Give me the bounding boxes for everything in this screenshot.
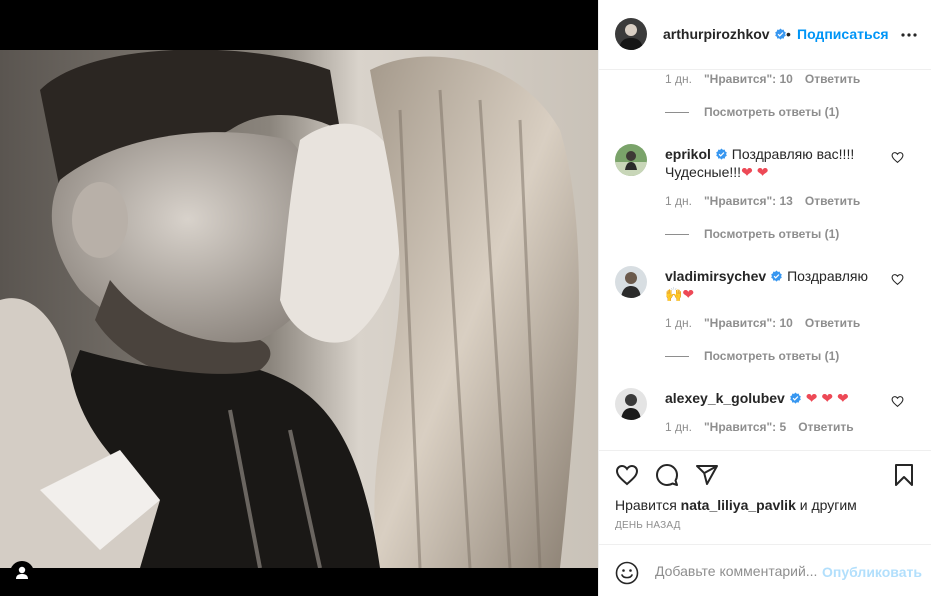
commenter-avatar[interactable] — [615, 388, 647, 420]
comment-likes[interactable]: "Нравится": 10 — [704, 316, 793, 330]
bookmark-icon[interactable] — [892, 463, 916, 487]
commenter-username[interactable]: vladimirsychev — [665, 268, 766, 284]
likes-summary: Нравится nata_liliya_pavlik и другим — [615, 497, 857, 513]
reply-button[interactable]: Ответить — [805, 194, 860, 208]
reply-button[interactable]: Ответить — [805, 316, 860, 330]
header-separator: • — [786, 26, 791, 42]
comment-age: 1 дн. — [665, 72, 692, 86]
comment-age: 1 дн. — [665, 316, 692, 330]
verified-icon — [771, 270, 782, 282]
reply-button[interactable]: Ответить — [805, 72, 860, 86]
author-username-text[interactable]: arthurpirozhkov — [663, 26, 770, 42]
post-actions-bar — [599, 450, 931, 500]
likes-prefix: Нравится — [615, 497, 677, 513]
view-replies-button[interactable]: Посмотреть ответы (1) — [665, 105, 839, 119]
author-username[interactable]: arthurpirozhkov — [663, 26, 787, 42]
post-photo[interactable] — [0, 50, 598, 568]
commenter-avatar[interactable] — [615, 144, 647, 176]
commenter-avatar[interactable] — [615, 266, 647, 298]
comment-likes[interactable]: "Нравится": 13 — [704, 194, 793, 208]
comment-icon[interactable] — [655, 463, 679, 487]
post-side-panel: arthurpirozhkov • Подписаться 1 дн. "Нрав… — [598, 0, 931, 596]
comment-text: alexey_k_golubev ❤ ❤ ❤ — [665, 389, 880, 407]
comments-list[interactable]: 1 дн. "Нравится": 10 Ответить Посмотреть о… — [599, 70, 931, 450]
comment-body: Поздравляю — [787, 268, 868, 284]
comment-text: eprikol Поздравляю вас!!!! Чудесные!!!❤ … — [665, 145, 880, 181]
like-comment-heart-icon[interactable] — [891, 273, 904, 286]
post-date: ДЕНЬ НАЗАД — [615, 520, 681, 531]
post-header: arthurpirozhkov • Подписаться — [599, 0, 931, 70]
likes-suffix: и другим — [799, 497, 857, 513]
comment-age: 1 дн. — [665, 420, 692, 434]
commenter-username[interactable]: alexey_k_golubev — [665, 390, 785, 406]
comment-age: 1 дн. — [665, 194, 692, 208]
view-replies-button[interactable]: Посмотреть ответы (1) — [665, 227, 839, 241]
view-replies-button[interactable]: Посмотреть ответы (1) — [665, 349, 839, 363]
like-comment-heart-icon[interactable] — [891, 395, 904, 408]
emoji-icon[interactable] — [615, 561, 639, 585]
verified-icon — [774, 28, 786, 40]
comment-likes[interactable]: "Нравится": 10 — [704, 72, 793, 86]
comment-likes[interactable]: "Нравится": 5 — [704, 420, 786, 434]
comment-emoji: ❤ ❤ ❤ — [805, 390, 849, 406]
heart-icon[interactable] — [615, 463, 639, 487]
commenter-username[interactable]: eprikol — [665, 146, 711, 162]
comment-meta: 1 дн. "Нравится": 10 Ответить — [665, 72, 872, 86]
reply-button[interactable]: Ответить — [798, 420, 853, 434]
liker-username[interactable]: nata_liliya_pavlik — [681, 497, 796, 513]
comment-input[interactable] — [655, 561, 823, 581]
post-media[interactable] — [0, 0, 598, 596]
author-avatar[interactable] — [615, 18, 647, 50]
comment-meta: 1 дн. "Нравится": 5 Ответить — [665, 420, 866, 434]
more-options-icon[interactable] — [900, 26, 918, 44]
comment-emoji: ❤ ❤ — [741, 164, 769, 180]
verified-icon — [716, 148, 727, 160]
verified-icon — [790, 392, 801, 404]
add-comment-bar: Опубликовать — [599, 544, 931, 596]
comment-emoji: 🙌❤ — [665, 286, 695, 302]
follow-button[interactable]: Подписаться — [797, 26, 889, 42]
share-icon[interactable] — [695, 463, 719, 487]
tag-user-icon[interactable] — [10, 561, 34, 585]
like-comment-heart-icon[interactable] — [891, 151, 904, 164]
comment-meta: 1 дн. "Нравится": 10 Ответить — [665, 316, 872, 330]
publish-button[interactable]: Опубликовать — [822, 564, 922, 580]
comment-meta: 1 дн. "Нравится": 13 Ответить — [665, 194, 872, 208]
comment-text: vladimirsychev Поздравляю 🙌❤ — [665, 267, 880, 303]
